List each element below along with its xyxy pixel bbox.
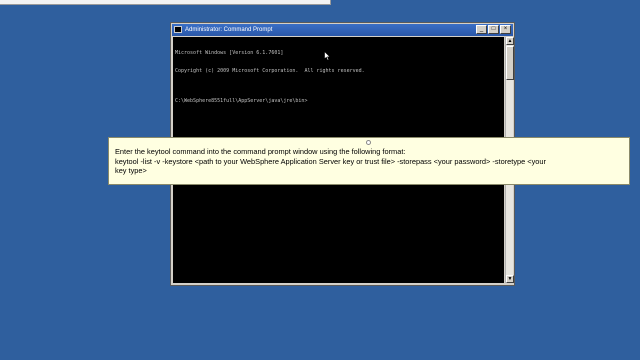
scroll-up-icon[interactable]: ▲ — [506, 37, 514, 45]
scroll-down-icon[interactable]: ▼ — [506, 275, 514, 283]
callout-marker-icon — [366, 140, 371, 145]
close-button[interactable]: × — [500, 25, 511, 34]
top-window-edge — [0, 0, 331, 5]
minimize-button[interactable]: _ — [476, 25, 487, 34]
maximize-button[interactable]: □ — [488, 25, 499, 34]
callout-text-line: key type> — [115, 166, 147, 175]
title-bar[interactable]: Administrator: Command Prompt _ □ × — [172, 24, 513, 36]
mouse-pointer-icon — [324, 51, 331, 61]
cmd-icon — [174, 26, 182, 33]
window-controls: _ □ × — [476, 25, 511, 34]
console-line: Copyright (c) 2009 Microsoft Corporation… — [175, 68, 365, 74]
callout-text-line: Enter the keytool command into the comma… — [115, 147, 406, 156]
callout-text-line: keytool -list -v -keystore <path to your… — [115, 156, 546, 166]
console-prompt: C:\WebSphere8551full\AppServer\java\jre\… — [175, 98, 308, 104]
instruction-callout: Enter the keytool command into the comma… — [108, 137, 630, 185]
scroll-thumb[interactable] — [506, 46, 514, 80]
console-line: Microsoft Windows [Version 6.1.7601] — [175, 50, 284, 56]
window-title: Administrator: Command Prompt — [185, 27, 273, 33]
